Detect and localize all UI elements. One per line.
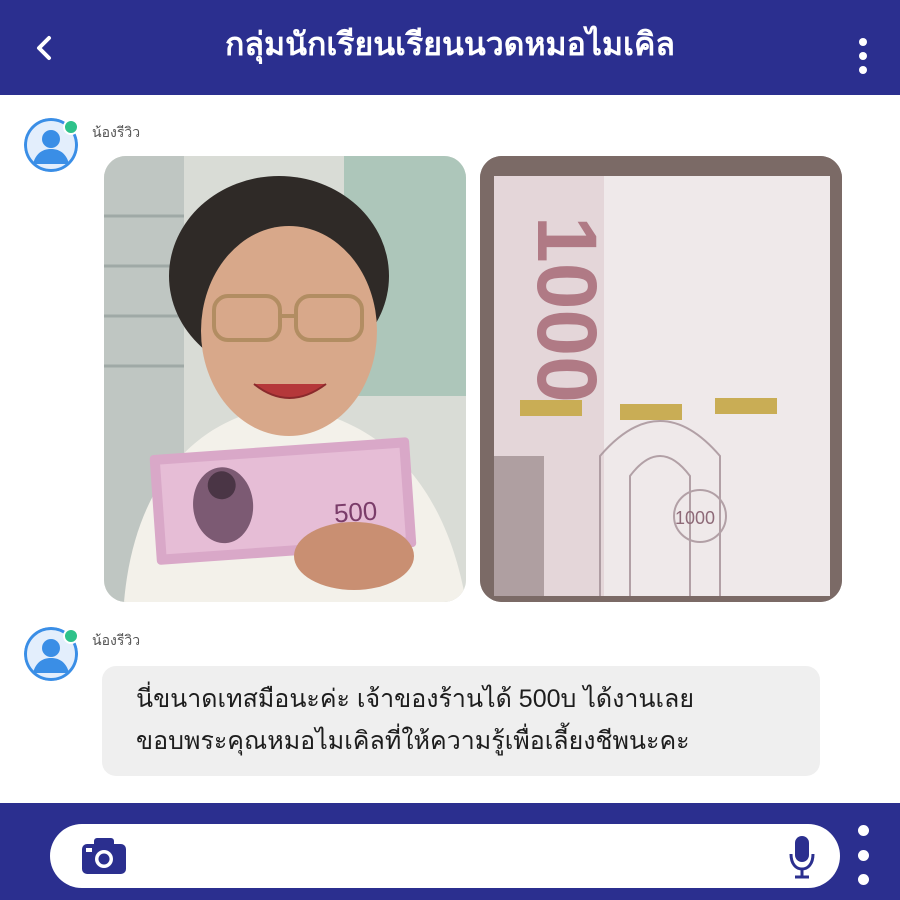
photo-banknote-closeup[interactable]: 1000 1000: [480, 156, 842, 602]
message-input[interactable]: [50, 824, 840, 888]
message-line: นี่ขนาดเทสมือนะค่ะ เจ้าของร้านได้ 500บ ไ…: [136, 685, 694, 713]
header-menu-button[interactable]: [856, 38, 870, 74]
kebab-menu-icon: [859, 38, 867, 46]
camera-icon: [82, 838, 126, 874]
sender-name: น้องรีวิว: [92, 632, 141, 648]
chevron-left-icon: [37, 36, 51, 60]
microphone-icon: [789, 836, 815, 879]
photo-illustration: 1000 1000: [480, 156, 842, 602]
message-bubble[interactable]: นี่ขนาดเทสมือนะค่ะ เจ้าของร้านได้ 500บ ไ…: [102, 666, 820, 776]
chat-title: กลุ่มนักเรียนเรียนนวดหมอไมเคิล: [225, 26, 675, 62]
svg-text:1000: 1000: [520, 216, 614, 403]
photo-illustration: 500: [104, 156, 466, 602]
svg-text:1000: 1000: [675, 508, 715, 528]
composer-menu-button[interactable]: [854, 825, 872, 885]
back-button[interactable]: [28, 32, 60, 64]
kebab-menu-icon: [857, 825, 869, 836]
composer-bar: [0, 803, 900, 900]
chat-header: กลุ่มนักเรียนเรียนนวดหมอไมเคิล: [0, 0, 900, 95]
message-line: ขอบพระคุณหมอไมเคิลที่ให้ความรู้เพื่อเลี้…: [136, 727, 690, 755]
camera-button[interactable]: [80, 836, 128, 876]
photo-woman-with-banknote[interactable]: 500: [104, 156, 466, 602]
sender-name: น้องรีวิว: [92, 124, 141, 140]
online-indicator: [63, 119, 79, 135]
microphone-button[interactable]: [788, 834, 816, 880]
online-indicator: [63, 628, 79, 644]
message-text: นี่ขนาดเทสมือนะค่ะ เจ้าของร้านได้ 500บ ไ…: [136, 678, 806, 762]
